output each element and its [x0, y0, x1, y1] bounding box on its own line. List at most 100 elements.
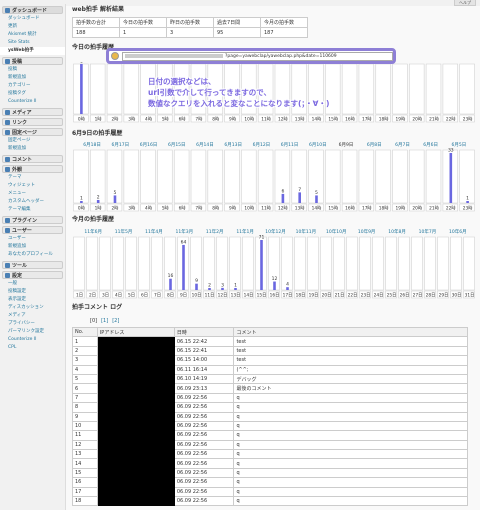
column-header: IPアドレス [96, 326, 175, 338]
nav-link[interactable]: 6月14日 [196, 142, 214, 148]
sidebar-item[interactable]: 新規追加 [0, 243, 65, 251]
sidebar-item[interactable]: テーマ編集 [0, 206, 65, 214]
sidebar-item[interactable]: 更新 [0, 23, 65, 31]
sidebar-section-9[interactable]: ツール [2, 261, 63, 269]
row-datetime: 06.15 14:00 [173, 355, 235, 366]
sidebar-section-6[interactable]: 外観 [2, 165, 63, 173]
help-tab[interactable]: ヘルプ [454, 0, 476, 6]
nav-link[interactable]: 6月13日 [224, 142, 242, 148]
sidebar-item[interactable]: Akismet 統計 [0, 31, 65, 39]
nav-link[interactable]: 10年9月 [358, 228, 376, 235]
nav-link[interactable]: 11年3月 [176, 228, 194, 235]
tick-label: 17日 [283, 292, 293, 298]
nav-link[interactable]: 10年10月 [326, 228, 346, 235]
row-number: 4 [72, 364, 98, 375]
sidebar-section-1[interactable]: 投稿 [2, 57, 63, 65]
sidebar-item[interactable]: メニュー [0, 190, 65, 198]
summary-header: 過去7日間 [213, 17, 261, 28]
nav-link[interactable]: 6月16日 [140, 142, 158, 148]
sidebar-item[interactable]: あなたのプロフィール [0, 251, 65, 259]
nav-link[interactable]: 6月17日 [112, 142, 130, 148]
table-row: 18 06.09 22:56 q [72, 496, 468, 507]
pin-icon [5, 58, 10, 64]
row-datetime: 06.09 22:56 [173, 477, 235, 488]
sidebar-item[interactable]: CPL [0, 344, 65, 352]
tick-label: 23時 [463, 205, 473, 211]
page-link[interactable]: [1] [101, 318, 108, 324]
sidebar-section-7[interactable]: プラグイン [2, 216, 63, 224]
sidebar-section-5[interactable]: コメント [2, 155, 63, 163]
nav-link[interactable]: 6月6日 [423, 142, 438, 148]
sidebar-item[interactable]: カスタムヘッダー [0, 198, 65, 206]
bar-slot [140, 149, 156, 204]
page-link[interactable]: [2] [112, 318, 119, 324]
sidebar-section-0[interactable]: ダッシュボード [2, 6, 63, 14]
sidebar-item[interactable]: ユーザー [0, 235, 65, 243]
nav-link[interactable]: 6月10日 [309, 142, 327, 148]
bar-slot [229, 236, 241, 291]
sidebar-item[interactable]: Counterize II [0, 336, 65, 344]
table-row: 3 06.15 14:00 test [72, 355, 468, 366]
sidebar-item[interactable]: 新規追加 [0, 74, 65, 82]
sidebar-section-10[interactable]: 設定 [2, 271, 63, 279]
nav-link[interactable]: 11年6月 [84, 228, 102, 235]
table-row: 16 06.09 22:56 q [72, 477, 468, 488]
sidebar-item[interactable]: 新規追加 [0, 145, 65, 153]
nav-link[interactable]: 6月12日 [253, 142, 271, 148]
nav-link[interactable]: 11年4月 [145, 228, 163, 235]
sidebar-section-4[interactable]: 固定ページ [2, 128, 63, 136]
row-number: 2 [72, 345, 98, 357]
redacted-ip [96, 439, 175, 451]
admin-sidebar: ダッシュボード ダッシュボード 更新 Akismet 統計 Site Stats ysWe… [0, 4, 66, 510]
nav-link[interactable]: 6月9日 [339, 142, 354, 148]
bar-slot [125, 236, 137, 291]
nav-link[interactable]: 6月15日 [168, 142, 186, 148]
sidebar-item[interactable]: ダッシュボード [0, 15, 65, 23]
sidebar-item[interactable]: メディア [0, 312, 65, 320]
sidebar-item[interactable]: 固定ページ [0, 137, 65, 145]
bar-slot [463, 236, 475, 291]
bar-value-label: 1 [466, 196, 469, 202]
sidebar-section-8[interactable]: ユーザー [2, 226, 63, 234]
nav-link[interactable]: 6月8日 [367, 142, 382, 148]
sidebar-item[interactable]: ysWeb拍手 [0, 47, 65, 55]
nav-link[interactable]: 10年6月 [449, 228, 467, 235]
sidebar-item[interactable]: テーマ [0, 174, 65, 182]
url-field[interactable]: ?page=yawebclap/yawebclap.php&date=11060… [122, 51, 393, 61]
sidebar-item[interactable]: 投稿タグ [0, 90, 65, 98]
row-datetime: 06.09 22:56 [173, 467, 235, 479]
nav-link[interactable]: 6月18日 [83, 142, 101, 148]
nav-link[interactable]: 10年7月 [419, 228, 437, 235]
sidebar-item[interactable]: 投稿 [0, 66, 65, 74]
tick-label: 2時 [111, 205, 119, 211]
nav-link[interactable]: 10年12月 [265, 228, 285, 235]
page-link[interactable]: [0] [90, 318, 97, 324]
nav-link[interactable]: 11年1月 [236, 228, 254, 235]
tick-label: 3日 [102, 292, 109, 298]
nav-link[interactable]: 11年2月 [206, 228, 224, 235]
sidebar-item[interactable]: ウィジェット [0, 182, 65, 190]
sidebar-section-3[interactable]: リンク [2, 118, 63, 126]
url-bar-callout: ?page=yawebclap/yawebclap.php&date=11060… [106, 48, 396, 64]
row-number: 9 [72, 411, 98, 422]
sidebar-item[interactable]: 一般 [0, 280, 65, 288]
nav-link[interactable]: 6月11日 [281, 142, 299, 148]
bar-slot [224, 149, 240, 204]
nav-link[interactable]: 6月5日 [452, 142, 467, 148]
bar-slot [242, 236, 254, 291]
sidebar-item[interactable]: 表示設定 [0, 296, 65, 304]
sidebar-item[interactable]: Site Stats [0, 39, 65, 47]
sidebar-item[interactable]: 投稿設定 [0, 288, 65, 296]
sidebar-item[interactable]: プライバシー [0, 320, 65, 328]
sidebar-item[interactable]: ディスカッション [0, 304, 65, 312]
table-row: 14 06.09 22:56 q [72, 458, 468, 469]
sidebar-item[interactable]: パーマリンク設定 [0, 328, 65, 336]
sidebar-item[interactable]: Counterize II [0, 98, 65, 106]
nav-link[interactable]: 6月7日 [395, 142, 410, 148]
tick-label: 5日 [128, 292, 135, 298]
nav-link[interactable]: 10年8月 [388, 228, 406, 235]
nav-link[interactable]: 10年11月 [296, 228, 316, 235]
sidebar-section-2[interactable]: メディア [2, 108, 63, 116]
nav-link[interactable]: 11年5月 [115, 228, 133, 235]
sidebar-item[interactable]: カテゴリー [0, 82, 65, 90]
